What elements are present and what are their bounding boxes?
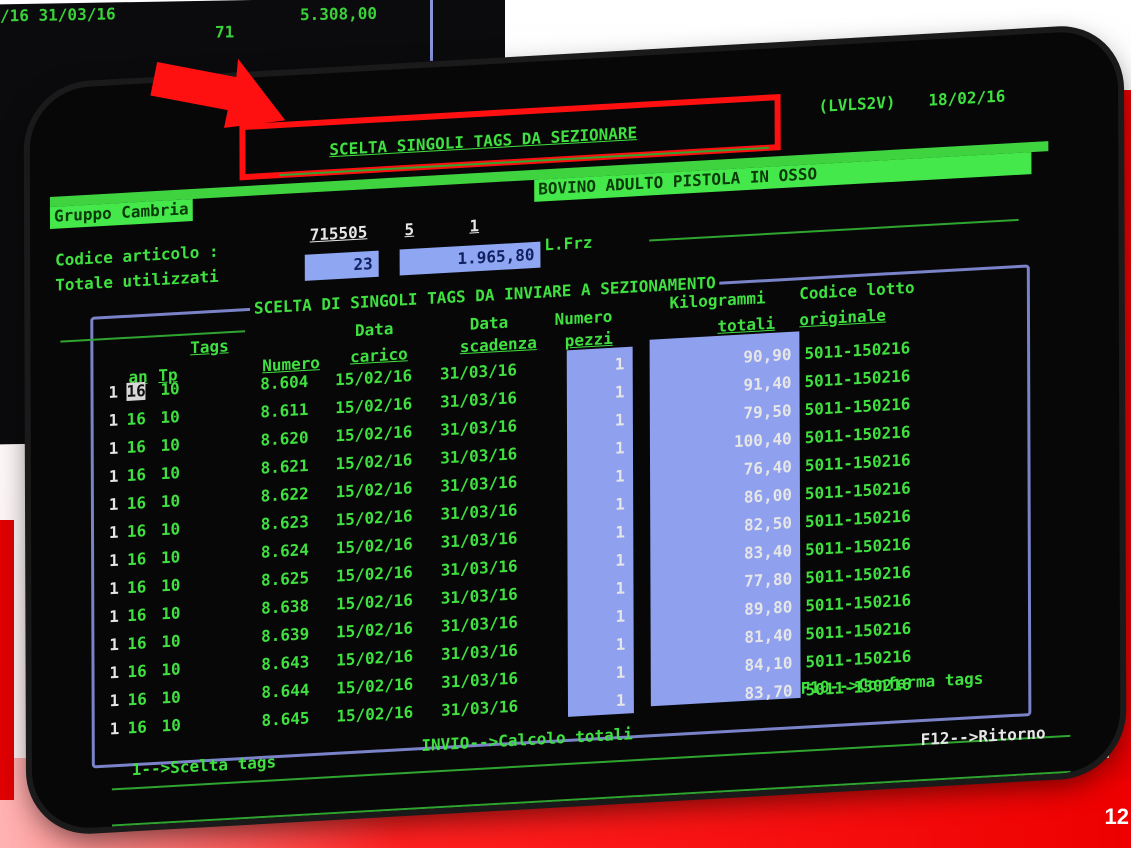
cell-num: 8.625 (260, 568, 310, 590)
cell-an: 16 (126, 465, 147, 486)
cell-pezzi: 1 (615, 634, 626, 655)
codice-field-3[interactable]: 1 (469, 216, 479, 236)
totale-amount: 1.965,80 (399, 241, 541, 276)
cell-num: 8.604 (260, 371, 309, 394)
codice-field-2[interactable]: 5 (404, 220, 414, 240)
cell-tp: 10 (160, 491, 181, 512)
cell-an: 16 (127, 605, 147, 626)
unit-label: L.Frz (544, 232, 593, 255)
annotation-arrow-icon (150, 58, 286, 128)
cell-pezzi: 1 (615, 662, 626, 683)
cell-an: 16 (127, 661, 147, 682)
totale-label: Totale utilizzati (55, 266, 219, 295)
cell-tp: 10 (160, 435, 180, 456)
screen-date: 18/02/16 (928, 86, 1006, 110)
cell-num: 8.621 (260, 455, 309, 478)
cell-sel[interactable]: 1 (110, 691, 120, 711)
cell-pezzi: 1 (615, 494, 625, 514)
cell-tp: 10 (160, 407, 180, 428)
cell-num: 8.643 (261, 652, 310, 674)
cell-an: 16 (126, 380, 146, 401)
cell-pezzi: 1 (615, 690, 626, 711)
cell-num: 8.623 (260, 511, 309, 534)
cell-an: 16 (127, 633, 147, 654)
cell-sel[interactable]: 1 (108, 382, 118, 402)
cell-sel[interactable]: 1 (109, 467, 119, 487)
cell-sel[interactable]: 1 (109, 607, 119, 627)
cell-num: 8.611 (260, 399, 309, 422)
cell-an: 16 (127, 689, 147, 710)
cell-num: 8.645 (261, 708, 310, 730)
cell-pezzi: 1 (615, 578, 626, 598)
cell-an: 16 (126, 493, 147, 514)
hdr-data-carico: Data (354, 318, 394, 341)
cell-pezzi: 1 (615, 522, 625, 542)
cell-sel[interactable]: 1 (109, 410, 119, 430)
cell-tp: 10 (161, 715, 181, 736)
cell-pezzi: 1 (614, 382, 625, 402)
codice-field-1[interactable]: 715505 (310, 222, 368, 244)
cell-an: 16 (126, 408, 146, 430)
program-code: (LVLS2V) (818, 92, 896, 116)
cell-sel[interactable]: 1 (109, 523, 119, 543)
cell-an: 16 (126, 436, 146, 458)
cell-sel[interactable]: 1 (109, 551, 119, 571)
cell-an: 16 (126, 521, 147, 542)
cell-sel[interactable]: 1 (109, 439, 119, 459)
hdr-numero-pezzi: Numero (554, 306, 613, 329)
totale-count: 23 (304, 250, 379, 281)
codice-label: Codice articolo : (55, 241, 219, 270)
bg-count: 71 (215, 22, 235, 42)
cell-tp: 10 (161, 659, 181, 680)
cell-pezzi: 1 (614, 354, 625, 374)
cell-an: 16 (127, 577, 147, 598)
cell-pezzi: 1 (614, 438, 625, 458)
form-rule (649, 218, 1019, 242)
cell-num: 8.638 (261, 596, 310, 618)
cell-tp: 10 (160, 463, 180, 484)
hdr-carico: carico (350, 344, 408, 367)
cell-sel[interactable]: 1 (109, 635, 119, 655)
cell-sel[interactable]: 1 (110, 719, 120, 739)
cell-sel[interactable]: 1 (109, 495, 119, 515)
cell-tp: 10 (160, 519, 181, 540)
cell-num: 8.622 (260, 483, 309, 506)
cell-tp: 10 (160, 547, 181, 568)
cell-tp: 10 (161, 575, 181, 596)
cell-sel[interactable]: 1 (109, 663, 119, 683)
terminal-screen: SCELTA SINGOLI TAGS DA SEZIONARE (LVLS2V… (29, 29, 1121, 831)
cell-an: 16 (127, 549, 147, 570)
cell-num: 8.620 (260, 427, 309, 450)
hdr-tags: Tags (190, 336, 229, 358)
bg-amount: 5.308,00 (300, 3, 378, 25)
cell-pezzi: 1 (615, 606, 626, 627)
cell-tp: 10 (160, 378, 180, 400)
slide-page-number: 12 (1104, 804, 1129, 829)
bg-frame-line (430, 0, 433, 61)
cell-tp: 10 (161, 631, 181, 652)
cell-pezzi: 1 (615, 550, 626, 570)
footer-f12[interactable]: F12-->Ritorno (921, 723, 1046, 749)
slide-red-tab (0, 520, 14, 800)
cell-pezzi: 1 (614, 410, 625, 430)
cell-pezzi: 1 (615, 466, 625, 486)
cell-tp: 10 (161, 687, 181, 708)
bg-date-line: /16 31/03/16 (0, 4, 116, 26)
cell-tp: 10 (161, 603, 181, 624)
cell-sel[interactable]: 1 (109, 579, 119, 599)
cell-an: 16 (127, 717, 147, 738)
cell-num: 8.639 (261, 624, 310, 646)
hdr-data-scadenza: Data (469, 312, 509, 334)
cell-num: 8.644 (261, 680, 310, 702)
cell-num: 8.624 (260, 540, 309, 562)
